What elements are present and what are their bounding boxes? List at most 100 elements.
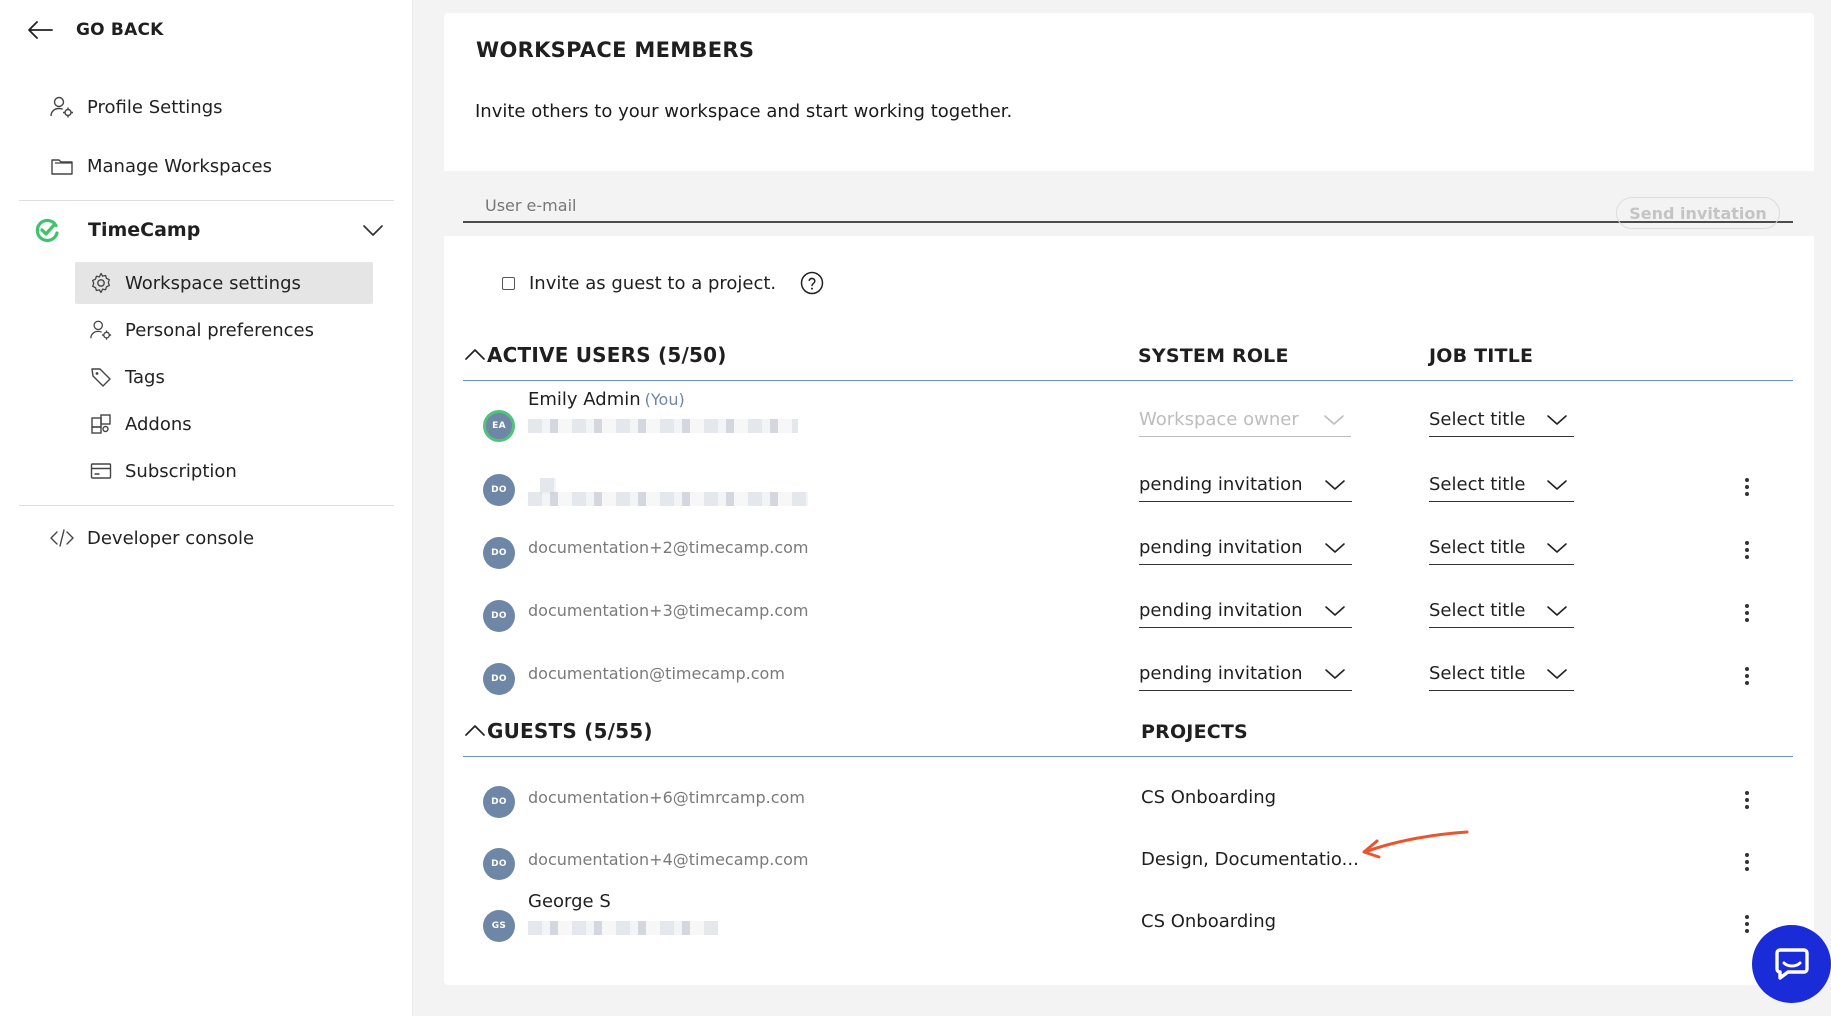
user-gear-icon: [90, 320, 112, 340]
puzzle-icon: [91, 414, 111, 434]
user-email-input[interactable]: [463, 171, 1793, 223]
job-title-value: Select title: [1429, 409, 1526, 430]
more-options-button[interactable]: [1737, 474, 1757, 500]
redacted-email: [528, 921, 718, 935]
system-role-dropdown[interactable]: pending invitation: [1139, 657, 1352, 691]
sidebar-item-label: Addons: [125, 413, 192, 435]
sidebar-item-developer-console[interactable]: Developer console: [49, 525, 254, 551]
job-title-dropdown[interactable]: Select title: [1429, 468, 1574, 502]
help-icon[interactable]: [800, 271, 824, 295]
table-row: DO documentation+2@timecamp.com pending …: [444, 519, 1814, 579]
chevron-down-icon: [1547, 414, 1567, 425]
sidebar-item-label: Tags: [125, 366, 165, 388]
chat-widget-button[interactable]: [1752, 925, 1831, 1003]
sidebar-item-addons[interactable]: Addons: [75, 403, 373, 445]
sidebar-item-manage-workspaces[interactable]: Manage Workspaces: [49, 153, 272, 179]
sidebar-item-personal-preferences[interactable]: Personal preferences: [75, 309, 373, 351]
invite-bar: Send invitation: [444, 171, 1814, 236]
you-badge: (You): [644, 390, 685, 409]
annotation-arrow-icon: [1362, 830, 1469, 859]
workspace-name: TimeCamp: [88, 219, 201, 241]
job-title-value: Select title: [1429, 663, 1526, 684]
system-role-value: pending invitation: [1139, 474, 1303, 495]
avatar: GS: [483, 910, 515, 942]
system-role-dropdown[interactable]: pending invitation: [1139, 594, 1352, 628]
user-name: Emily Admin (You): [528, 389, 685, 410]
sidebar-item-label: Developer console: [87, 527, 255, 549]
tag-icon: [91, 368, 111, 387]
active-users-heading: ACTIVE USERS (5/50): [487, 343, 727, 367]
guest-projects: Design, Documentatio...: [1141, 849, 1359, 870]
chevron-down-icon: [1547, 542, 1567, 553]
invite-as-guest-checkbox[interactable]: [502, 276, 515, 290]
more-options-button[interactable]: [1737, 911, 1757, 937]
system-role-value: Workspace owner: [1139, 409, 1299, 430]
job-title-dropdown[interactable]: Select title: [1429, 531, 1574, 565]
table-row: DO pending invitation Select title: [444, 456, 1814, 516]
job-title-dropdown[interactable]: Select title: [1429, 403, 1574, 437]
job-title-dropdown[interactable]: Select title: [1429, 657, 1574, 691]
avatar: EA: [483, 410, 515, 442]
guests-toggle[interactable]: GUESTS (5/55): [463, 719, 653, 743]
job-title-dropdown[interactable]: Select title: [1429, 594, 1574, 628]
more-options-button[interactable]: [1737, 600, 1757, 626]
avatar: DO: [483, 848, 515, 880]
guest-projects: CS Onboarding: [1141, 787, 1277, 808]
sidebar-item-workspace-settings[interactable]: Workspace settings: [75, 262, 373, 304]
sidebar-item-subscription[interactable]: Subscription: [75, 450, 373, 492]
gear-icon: [92, 272, 110, 294]
go-back-label: GO BACK: [76, 20, 164, 40]
send-invitation-button[interactable]: Send invitation: [1616, 197, 1780, 229]
system-role-dropdown: Workspace owner: [1139, 403, 1351, 437]
system-role-value: pending invitation: [1139, 600, 1303, 621]
avatar: DO: [483, 786, 515, 818]
credit-card-icon: [90, 463, 112, 479]
more-options-button[interactable]: [1737, 663, 1757, 689]
chevron-down-icon: [1324, 414, 1344, 425]
active-users-toggle[interactable]: ACTIVE USERS (5/50): [463, 343, 727, 367]
more-options-button[interactable]: [1737, 537, 1757, 563]
job-title-value: Select title: [1429, 600, 1526, 621]
redacted-email: [528, 419, 798, 433]
projects-column-header: PROJECTS: [1141, 721, 1248, 743]
chevron-down-icon: [1547, 479, 1567, 490]
chat-bubble-icon: [1774, 948, 1809, 980]
active-users-header: ACTIVE USERS (5/50) SYSTEM ROLE JOB TITL…: [463, 343, 1793, 381]
job-title-column-header: JOB TITLE: [1429, 345, 1534, 367]
go-back-button[interactable]: GO BACK: [26, 18, 164, 42]
workspace-switcher[interactable]: TimeCamp: [33, 214, 385, 246]
chevron-up-icon: [465, 725, 485, 736]
system-role-dropdown[interactable]: pending invitation: [1139, 468, 1352, 502]
table-row: DO documentation+6@timrcamp.com CS Onboa…: [444, 769, 1814, 829]
sidebar-item-label: Workspace settings: [125, 272, 301, 294]
invite-as-guest-label: Invite as guest to a project.: [529, 272, 777, 294]
workspace-members-card: WORKSPACE MEMBERS Invite others to your …: [444, 13, 1814, 985]
sidebar: GO BACK Profile Settings Manage Workspac…: [0, 0, 413, 1016]
table-row: DO documentation+3@timecamp.com pending …: [444, 582, 1814, 642]
chevron-up-icon: [465, 349, 485, 360]
system-role-value: pending invitation: [1139, 537, 1303, 558]
chevron-down-icon: [1325, 605, 1345, 616]
user-gear-icon: [50, 96, 73, 118]
avatar: DO: [483, 600, 515, 632]
folder-icon: [51, 159, 73, 175]
system-role-value: pending invitation: [1139, 663, 1303, 684]
redacted-email: [528, 492, 808, 506]
page-subtitle: Invite others to your workspace and star…: [475, 101, 1013, 122]
table-row: GS George S CS Onboarding: [444, 891, 1814, 953]
system-role-dropdown[interactable]: pending invitation: [1139, 531, 1352, 565]
user-email: documentation+4@timecamp.com: [528, 850, 809, 869]
chevron-down-icon: [363, 225, 383, 236]
user-email: documentation@timecamp.com: [528, 664, 785, 683]
chevron-down-icon: [1325, 668, 1345, 679]
more-options-button[interactable]: [1737, 849, 1757, 875]
user-name: George S: [528, 891, 611, 912]
sidebar-item-tags[interactable]: Tags: [75, 356, 373, 398]
user-email: documentation+3@timecamp.com: [528, 601, 809, 620]
sidebar-item-label: Manage Workspaces: [87, 155, 272, 177]
sidebar-divider: [19, 200, 394, 201]
sidebar-item-profile-settings[interactable]: Profile Settings: [49, 94, 223, 120]
more-options-button[interactable]: [1737, 787, 1757, 813]
page-title: WORKSPACE MEMBERS: [476, 38, 755, 62]
invite-as-guest-row: Invite as guest to a project.: [502, 271, 824, 295]
